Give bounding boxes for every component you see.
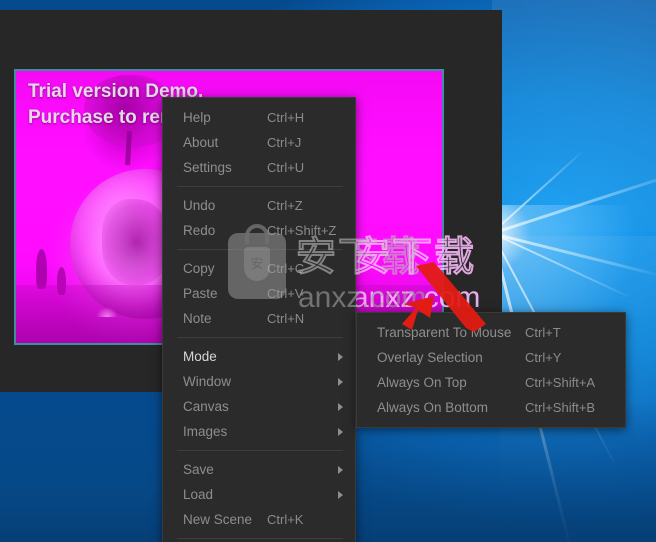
- menu-item-label: Load: [183, 487, 214, 502]
- menu-item-images[interactable]: Images: [163, 419, 355, 444]
- menu-item-label: Transparent To Mouse: [377, 325, 512, 340]
- chevron-right-icon: [338, 377, 343, 386]
- menu-item-note[interactable]: Note Ctrl+N: [163, 306, 355, 331]
- chevron-right-icon: [338, 402, 343, 411]
- wallpaper-pane-top: [492, 0, 656, 232]
- menu-item-mode[interactable]: Mode: [163, 344, 355, 369]
- menu-item-label: Note: [183, 311, 212, 326]
- menu-item-shortcut: Ctrl+H: [267, 110, 305, 125]
- menu-item-label: Undo: [183, 198, 216, 213]
- menu-item-label: Copy: [183, 261, 215, 276]
- menu-item-settings[interactable]: Settings Ctrl+U: [163, 155, 355, 180]
- menu-item-label: Overlay Selection: [377, 350, 483, 365]
- menu-item-shortcut: Ctrl+Shift+B: [525, 400, 596, 415]
- menu-item-shortcut: Ctrl+U: [267, 160, 305, 175]
- submenu-item-always-on-bottom[interactable]: Always On Bottom Ctrl+Shift+B: [357, 395, 625, 420]
- menu-item-label: Redo: [183, 223, 216, 238]
- wallpaper-ray: [491, 151, 582, 234]
- menu-item-shortcut: Ctrl+Z: [267, 198, 303, 213]
- context-menu[interactable]: Help Ctrl+H About Ctrl+J Settings Ctrl+U…: [162, 97, 356, 542]
- chevron-right-icon: [338, 427, 343, 436]
- menu-item-load[interactable]: Load: [163, 482, 355, 507]
- menu-separator: [177, 450, 343, 451]
- menu-item-label: New Scene: [183, 512, 253, 527]
- wallpaper-ray: [491, 167, 656, 235]
- menu-item-label: Help: [183, 110, 211, 125]
- menu-item-canvas[interactable]: Canvas: [163, 394, 355, 419]
- menu-item-label: Canvas: [183, 399, 229, 414]
- mode-submenu[interactable]: Transparent To Mouse Ctrl+T Overlay Sele…: [356, 312, 626, 428]
- submenu-item-overlay-selection[interactable]: Overlay Selection Ctrl+Y: [357, 345, 625, 370]
- menu-item-label: Always On Top: [377, 375, 467, 390]
- menu-item-shortcut: Ctrl+K: [267, 512, 304, 527]
- menu-item-shortcut: Ctrl+Y: [525, 350, 562, 365]
- menu-item-label: Window: [183, 374, 232, 389]
- menu-item-label: Save: [183, 462, 214, 477]
- menu-item-label: Mode: [183, 349, 217, 364]
- menu-item-paste[interactable]: Paste Ctrl+V: [163, 281, 355, 306]
- chevron-right-icon: [338, 465, 343, 474]
- menu-item-label: Images: [183, 424, 228, 439]
- menu-item-shortcut: Ctrl+Shift+Z: [267, 223, 337, 238]
- submenu-item-transparent-to-mouse[interactable]: Transparent To Mouse Ctrl+T: [357, 320, 625, 345]
- chevron-right-icon: [338, 490, 343, 499]
- menu-item-window[interactable]: Window: [163, 369, 355, 394]
- menu-item-shortcut: Ctrl+J: [267, 135, 302, 150]
- menu-item-redo[interactable]: Redo Ctrl+Shift+Z: [163, 218, 355, 243]
- menu-separator: [177, 538, 343, 539]
- menu-item-new-scene[interactable]: New Scene Ctrl+K: [163, 507, 355, 532]
- menu-item-copy[interactable]: Copy Ctrl+C: [163, 256, 355, 281]
- menu-item-help[interactable]: Help Ctrl+H: [163, 105, 355, 130]
- wallpaper-ray: [491, 232, 656, 277]
- menu-separator: [177, 337, 343, 338]
- menu-item-shortcut: Ctrl+Shift+A: [525, 375, 596, 390]
- submenu-item-always-on-top[interactable]: Always On Top Ctrl+Shift+A: [357, 370, 625, 395]
- menu-item-about[interactable]: About Ctrl+J: [163, 130, 355, 155]
- menu-item-label: Settings: [183, 160, 232, 175]
- photo-cypress: [36, 249, 47, 289]
- menu-item-shortcut: Ctrl+C: [267, 261, 305, 276]
- menu-item-shortcut: Ctrl+V: [267, 286, 304, 301]
- menu-item-shortcut: Ctrl+T: [525, 325, 561, 340]
- screen-root: Trial version Demo. Purchase to remove w…: [0, 0, 656, 542]
- menu-item-label: About: [183, 135, 219, 150]
- photo-lily: [96, 307, 118, 317]
- menu-item-save[interactable]: Save: [163, 457, 355, 482]
- menu-item-undo[interactable]: Undo Ctrl+Z: [163, 193, 355, 218]
- chevron-right-icon: [338, 352, 343, 361]
- menu-item-label: Always On Bottom: [377, 400, 489, 415]
- menu-separator: [177, 186, 343, 187]
- menu-separator: [177, 249, 343, 250]
- menu-item-label: Paste: [183, 286, 218, 301]
- menu-item-shortcut: Ctrl+N: [267, 311, 305, 326]
- wallpaper-ray: [491, 232, 629, 298]
